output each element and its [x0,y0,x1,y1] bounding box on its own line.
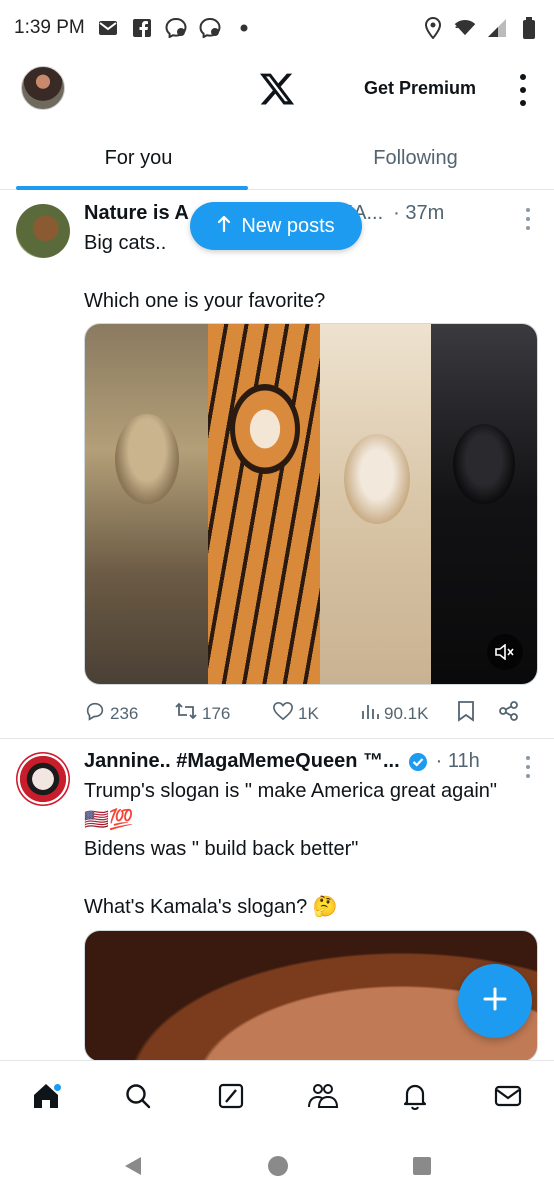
views-count: 90.1K [384,703,429,723]
messages-icon [494,1084,522,1113]
facebook-icon [131,17,153,39]
compose-button[interactable] [458,964,532,1038]
status-bar: 1:39 PM [0,0,554,56]
back-icon[interactable] [122,1155,144,1182]
search-icon [124,1082,152,1115]
mail-icon [97,17,119,39]
tweet-text-line-2: Bidens was " build back better" [84,838,359,860]
like-button[interactable]: 1K [272,701,360,726]
bottom-navigation [0,1060,554,1136]
mute-icon[interactable] [487,634,523,670]
location-icon [422,17,444,39]
profile-avatar[interactable] [21,66,65,110]
repost-button[interactable]: 176 [174,700,272,727]
bookmark-button[interactable] [456,700,498,727]
tweet-text-emoji: 🇺🇸💯 [84,809,134,831]
x-logo-icon [258,70,296,108]
tweet-text-line-3: What's Kamala's slogan? 🤔 [84,896,338,918]
signal-icon [486,17,508,39]
tweet-divider [0,738,554,739]
more-options-icon[interactable] [510,70,536,110]
top-header: Get Premium [0,56,554,122]
reply-icon [84,700,106,727]
panther-image [431,324,537,684]
nav-search[interactable] [118,1079,158,1119]
repost-icon [174,700,198,727]
status-time: 1:39 PM [14,17,85,38]
arrow-up-icon [217,215,231,238]
timeline-tabs: For you Following [0,130,554,190]
notifications-icon [401,1082,429,1115]
repost-count: 176 [202,703,231,723]
nav-home[interactable] [26,1079,66,1119]
heart-icon [272,701,294,726]
share-icon [498,700,520,727]
system-navigation [0,1136,554,1200]
verified-badge-icon [408,752,428,772]
tab-for-you-label: For you [104,147,173,169]
reply-count: 236 [110,703,139,723]
nav-communities[interactable] [303,1079,343,1119]
tiger-image [208,324,320,684]
white-lion-image [319,324,432,684]
tweet-author-avatar[interactable] [16,204,70,258]
battery-icon [518,17,540,39]
home-circle-icon[interactable] [267,1155,289,1182]
views-button[interactable]: 90.1K [360,701,456,726]
tweet-timestamp: · 11h [435,750,480,772]
communities-icon [307,1082,339,1115]
reply-button[interactable]: 236 [84,700,174,727]
messenger-icon [199,17,221,39]
lion-image [85,324,209,684]
dot-icon [233,17,255,39]
tab-following-label: Following [373,147,458,169]
tab-for-you[interactable]: For you [0,130,277,189]
tweet-text-line-1: Trump's slogan is " make America great a… [84,780,498,802]
new-posts-button[interactable]: New posts [190,202,362,250]
nav-notifications[interactable] [395,1079,435,1119]
tweet-actions: 236 176 1K 90.1K [84,700,538,727]
wifi-icon [454,17,476,39]
tab-following[interactable]: Following [277,130,554,189]
bookmark-icon [456,700,476,727]
tweet-timestamp: · 37m [393,202,445,224]
tweet-author-avatar[interactable] [16,752,70,806]
like-count: 1K [298,703,319,723]
tweet-more-icon[interactable] [526,756,532,778]
active-tab-indicator [16,186,248,190]
tweet-more-icon[interactable] [526,208,532,230]
recents-icon[interactable] [412,1156,432,1181]
tweet-author-name[interactable]: Jannine.. #MagaMemeQueen ™... [84,750,400,773]
nav-messages[interactable] [488,1079,528,1119]
nav-grok[interactable] [211,1079,251,1119]
messenger-icon [165,17,187,39]
tweet-video[interactable] [84,323,538,685]
tweet-author-name[interactable]: Nature is A [84,202,189,225]
views-icon [360,701,380,726]
grok-icon [217,1082,245,1115]
share-button[interactable] [498,700,528,727]
new-posts-label: New posts [241,214,335,237]
home-notification-dot [53,1082,63,1092]
get-premium-button[interactable]: Get Premium [364,78,476,99]
plus-icon [482,986,508,1017]
tweet-header: Jannine.. #MagaMemeQueen ™... · 11h [84,750,480,773]
